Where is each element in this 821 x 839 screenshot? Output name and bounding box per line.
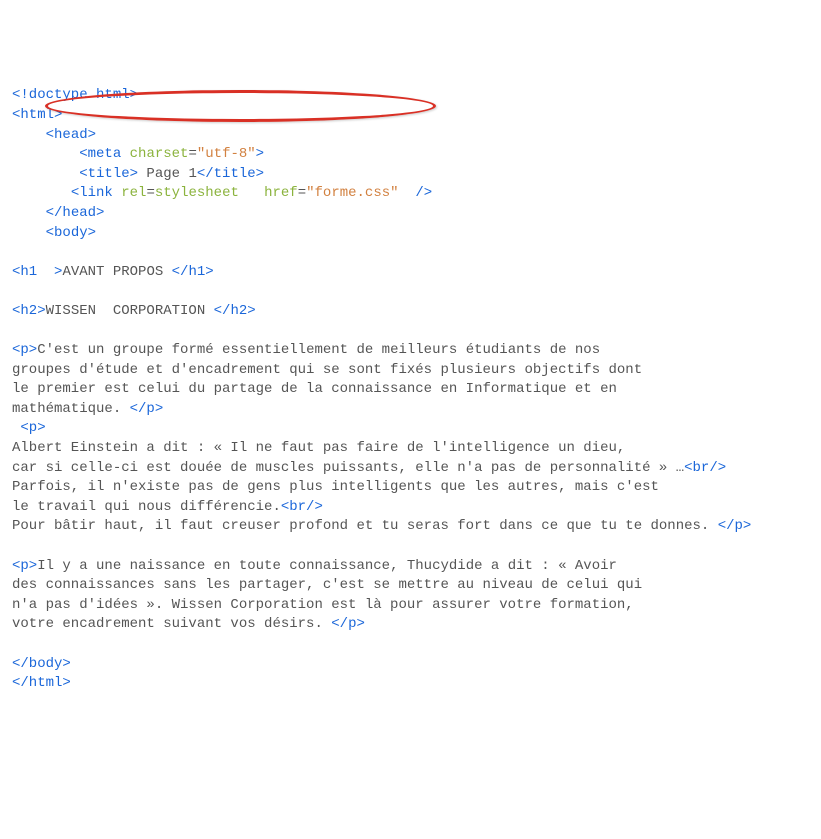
rel-attr: rel [121,185,146,201]
body-close: </body> [12,656,71,672]
p1-line4: mathématique. [12,401,130,417]
h2-open: <h2> [12,303,46,319]
href-value: "forme.css" [306,185,398,201]
p2-line3: Parfois, il n'existe pas de gens plus in… [12,479,659,495]
p2-line5: Pour bâtir haut, il faut creuser profond… [12,518,718,534]
p1-line3: le premier est celui du partage de la co… [12,381,617,397]
p3-close: </p> [331,616,365,632]
h1-text: AVANT PROPOS [62,264,171,280]
rel-value: stylesheet [155,185,239,201]
body-open: <body> [46,225,96,241]
code-block: <!doctype html> <html> <head> <meta char… [12,86,809,693]
p3-line2: des connaissances sans les partager, c'e… [12,577,642,593]
title-text: Page 1 [138,166,197,182]
p2-open: <p> [20,420,45,436]
p3-line3: n'a pas d'idées ». Wissen Corporation es… [12,597,634,613]
title-open: <title> [79,166,138,182]
h2-close: </h2> [214,303,256,319]
p2-line4: le travail qui nous différencie. [12,499,281,515]
html-open: <html> [12,107,62,123]
title-close: </title> [197,166,264,182]
p3-open: <p> [12,558,37,574]
head-close: </head> [46,205,105,221]
p1-line2: groupes d'étude et d'encadrement qui se … [12,362,642,378]
p1-line1: C'est un groupe formé essentiellement de… [37,342,600,358]
p2-close: </p> [718,518,752,534]
h1-close: </h1> [172,264,214,280]
h1-open: <h1 [12,264,37,280]
p1-close: </p> [130,401,164,417]
meta-open: <meta [79,146,121,162]
html-close: </html> [12,675,71,691]
charset-value: "utf-8" [197,146,256,162]
link-open: <link [71,185,113,201]
p2-line2: car si celle-ci est douée de muscles pui… [12,460,684,476]
h2-text: WISSEN CORPORATION [46,303,214,319]
head-open: <head> [46,127,96,143]
p1-open: <p> [12,342,37,358]
p3-line1: Il y a une naissance en toute connaissan… [37,558,617,574]
p3-line4: votre encadrement suivant vos désirs. [12,616,331,632]
charset-attr: charset [130,146,189,162]
br-tag: <br/> [684,460,726,476]
p2-line1: Albert Einstein a dit : « Il ne faut pas… [12,440,625,456]
br-tag: <br/> [281,499,323,515]
doctype-tag: <!doctype html> [12,87,138,103]
href-attr: href [264,185,298,201]
